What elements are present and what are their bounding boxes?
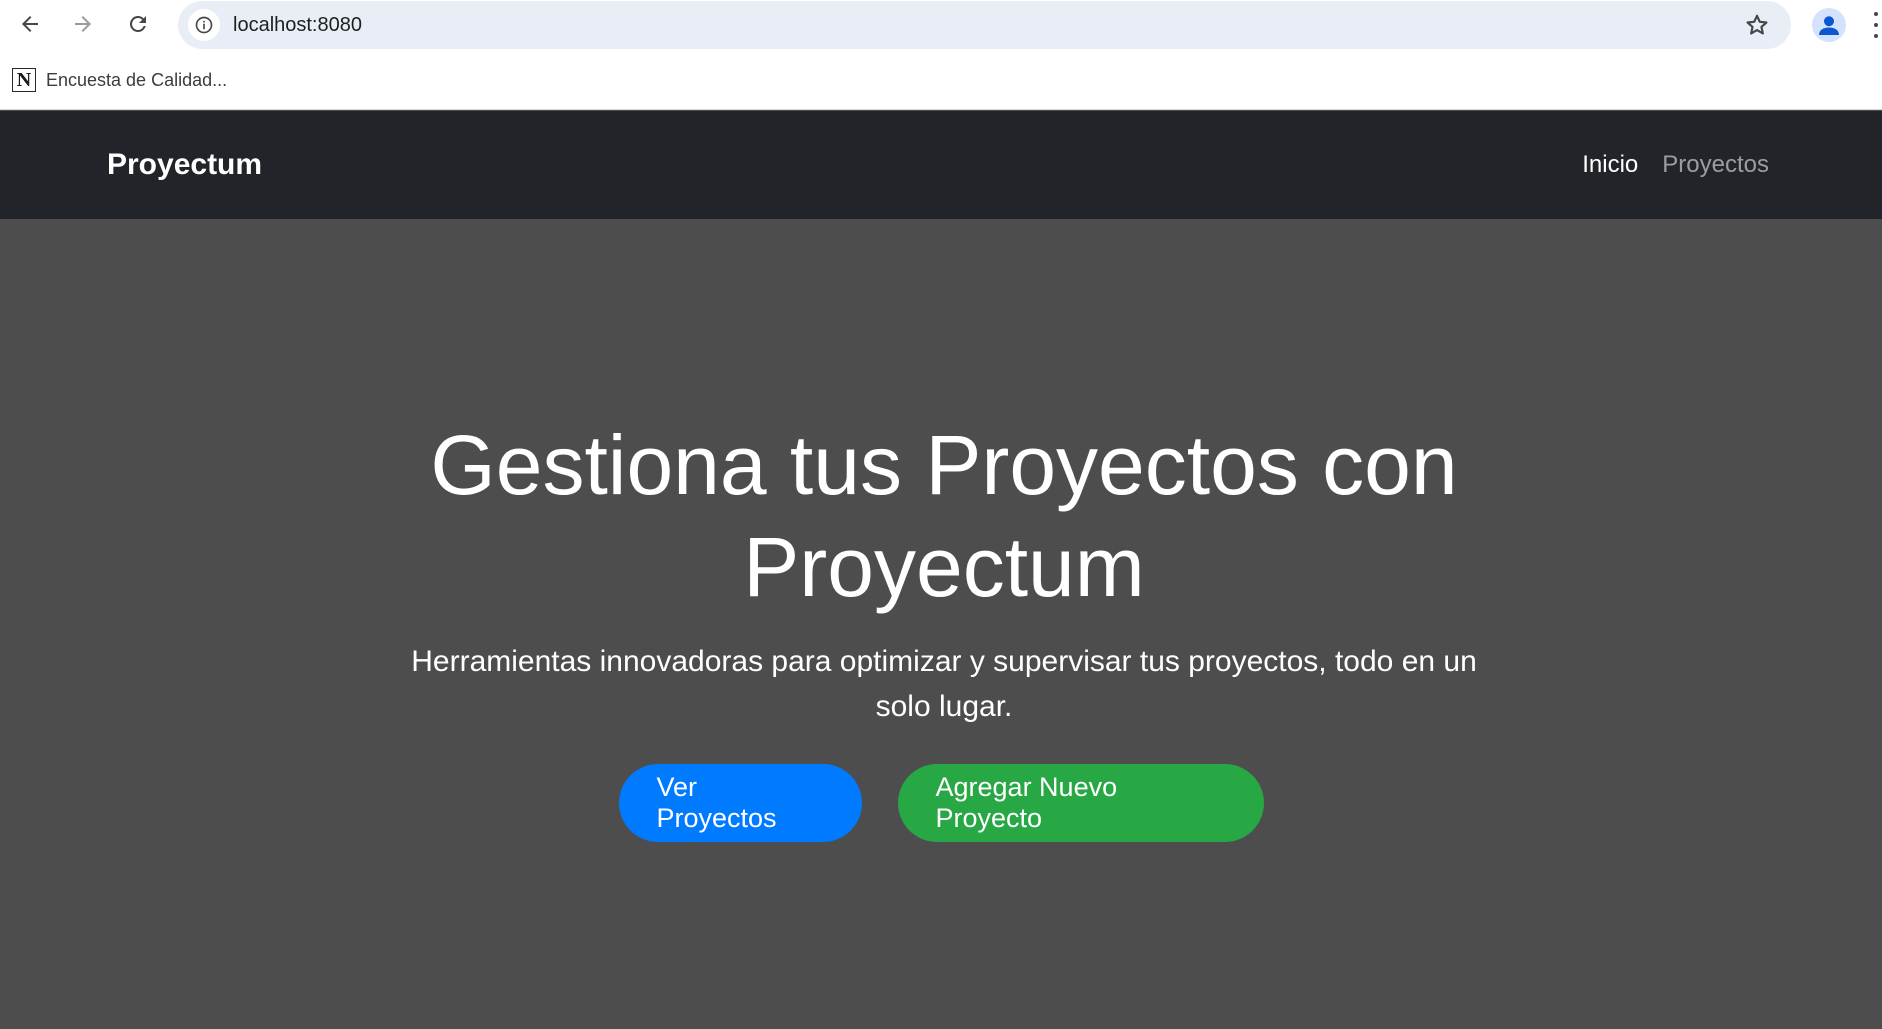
profile-button[interactable] xyxy=(1812,8,1846,42)
hero-subtitle: Herramientas innovadoras para optimizar … xyxy=(411,645,1477,723)
nav-link-inicio[interactable]: Inicio xyxy=(1582,151,1638,179)
site-info-button[interactable] xyxy=(188,9,220,41)
hero-buttons: Ver Proyectos Agregar Nuevo Proyecto xyxy=(0,764,1882,842)
nav-link-proyectos[interactable]: Proyectos xyxy=(1662,151,1769,179)
reload-button[interactable] xyxy=(120,6,156,42)
notion-icon: N xyxy=(12,68,36,92)
more-menu-icon[interactable] xyxy=(1870,12,1882,38)
add-project-button[interactable]: Agregar Nuevo Proyecto xyxy=(897,764,1264,842)
back-arrow-icon xyxy=(22,16,38,32)
back-button[interactable] xyxy=(12,6,48,42)
forward-arrow-icon xyxy=(75,16,91,32)
bookmarks-bar: N Encuesta de Calidad... xyxy=(0,50,1882,110)
info-icon xyxy=(195,16,213,34)
url-text[interactable]: localhost:8080 xyxy=(233,1,362,49)
bookmark-star-button[interactable] xyxy=(1743,11,1771,39)
navbar-brand[interactable]: Proyectum xyxy=(107,111,262,219)
address-bar[interactable]: localhost:8080 xyxy=(178,1,1791,49)
profile-icon xyxy=(1819,16,1839,35)
site-navbar: Proyectum Inicio Proyectos xyxy=(0,111,1882,219)
hero-title: Gestiona tus Proyectos con Proyectum xyxy=(430,418,1458,614)
star-icon xyxy=(1746,14,1768,35)
hero-section: Gestiona tus Proyectos con Proyectum Her… xyxy=(0,219,1882,1029)
navbar-links: Inicio Proyectos xyxy=(1558,111,1769,219)
forward-button[interactable] xyxy=(65,6,101,42)
bookmark-item[interactable]: N Encuesta de Calidad... xyxy=(12,65,227,95)
reload-icon xyxy=(129,15,146,32)
browser-toolbar: localhost:8080 xyxy=(0,0,1882,50)
bookmark-label: Encuesta de Calidad... xyxy=(46,69,228,90)
view-projects-button[interactable]: Ver Proyectos xyxy=(618,764,862,842)
